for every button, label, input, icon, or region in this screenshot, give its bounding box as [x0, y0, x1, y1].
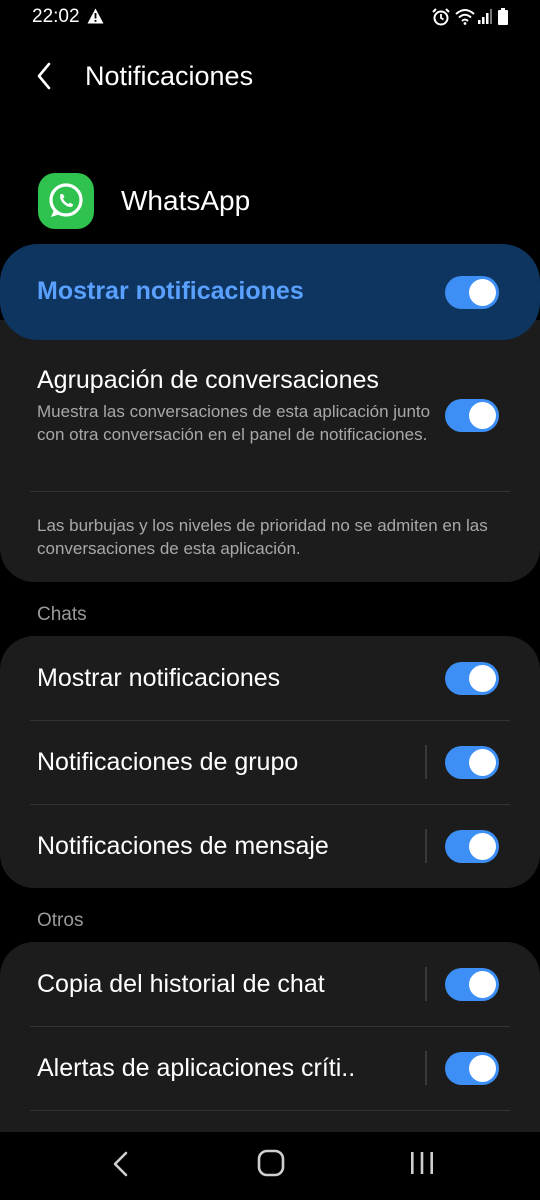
back-arrow-icon[interactable] — [30, 58, 64, 94]
status-time: 22:02 — [32, 6, 80, 27]
chats-show-notifications-toggle[interactable] — [445, 662, 499, 695]
nav-recents-icon[interactable] — [408, 1150, 436, 1176]
nav-back-icon[interactable] — [108, 1149, 134, 1179]
grouping-description: Muestra las conversaciones de esta aplic… — [37, 402, 431, 444]
battery-icon — [498, 8, 508, 25]
navigation-bar — [0, 1132, 540, 1200]
row-label: Alertas de aplicaciones críti.. — [37, 1054, 356, 1082]
vertical-divider — [425, 967, 427, 1001]
grouping-title: Agrupación de conversaciones — [37, 366, 379, 394]
master-notifications-label: Mostrar notificaciones — [37, 277, 304, 305]
status-bar: 22:02 — [0, 0, 540, 34]
signal-icon — [478, 9, 492, 24]
divider — [30, 1110, 510, 1111]
vertical-divider — [425, 1051, 427, 1085]
message-notifications-row[interactable]: Notificaciones de mensaje — [0, 804, 540, 888]
master-notifications-toggle[interactable] — [445, 276, 499, 309]
group-notifications-toggle[interactable] — [445, 746, 499, 779]
critical-app-alerts-toggle[interactable] — [445, 1052, 499, 1085]
nav-home-icon[interactable] — [257, 1149, 285, 1177]
chat-history-backup-toggle[interactable] — [445, 968, 499, 1001]
page-title: Notificaciones — [85, 61, 254, 91]
vertical-divider — [425, 745, 427, 779]
whatsapp-logo-icon — [38, 173, 94, 229]
chats-card: Mostrar notificaciones Notificaciones de… — [0, 636, 540, 888]
conversation-grouping-card: Agrupación de conversaciones Muestra las… — [0, 320, 540, 582]
wifi-icon — [455, 9, 475, 25]
chats-show-notifications-row[interactable]: Mostrar notificaciones — [0, 636, 540, 720]
critical-app-alerts-row[interactable]: Alertas de aplicaciones críti.. — [0, 1026, 540, 1110]
app-header: WhatsApp — [0, 172, 540, 232]
alarm-icon — [432, 8, 450, 26]
master-notifications-card[interactable]: Mostrar notificaciones — [0, 244, 540, 340]
app-bar: Notificaciones — [0, 48, 540, 104]
warning-icon — [87, 8, 104, 24]
row-label: Copia del historial de chat — [37, 970, 325, 998]
row-label: Notificaciones de grupo — [37, 748, 299, 776]
row-label: Notificaciones de mensaje — [37, 832, 329, 860]
message-notifications-toggle[interactable] — [445, 830, 499, 863]
grouping-note: Las burbujas y los niveles de prioridad … — [37, 516, 488, 558]
divider — [30, 491, 510, 492]
grouping-toggle[interactable] — [445, 399, 499, 432]
otros-card: Copia del historial de chat Alertas de a… — [0, 942, 540, 1132]
app-name: WhatsApp — [121, 185, 251, 216]
section-label-chats: Chats — [37, 604, 87, 625]
vertical-divider — [425, 829, 427, 863]
group-notifications-row[interactable]: Notificaciones de grupo — [0, 720, 540, 804]
chat-history-backup-row[interactable]: Copia del historial de chat — [0, 942, 540, 1026]
row-label: Mostrar notificaciones — [37, 664, 281, 692]
section-label-otros: Otros — [37, 910, 84, 931]
